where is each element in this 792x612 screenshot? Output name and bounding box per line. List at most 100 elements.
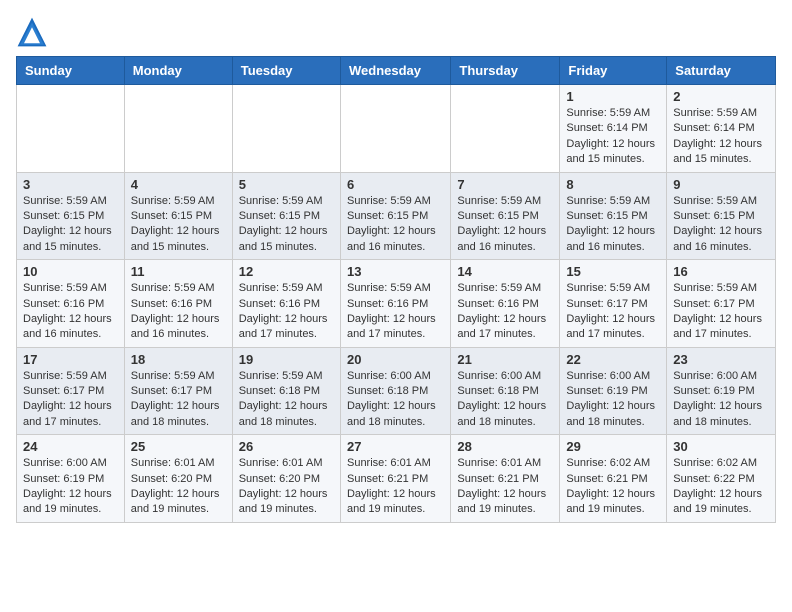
day-number: 6: [347, 177, 444, 192]
calendar-cell: 6 Sunrise: 5:59 AM Sunset: 6:15 PM Daylig…: [340, 172, 450, 260]
calendar-cell: 24Sunrise: 6:00 AM Sunset: 6:19 PM Dayli…: [17, 435, 125, 523]
day-number: 20: [347, 352, 444, 367]
calendar-cell: 21 Sunrise: 6:00 AM Sunset: 6:18 PM Dayli…: [451, 347, 560, 435]
calendar-header: SundayMondayTuesdayWednesdayThursdayFrid…: [17, 57, 776, 85]
calendar-week-row: 10 Sunrise: 5:59 AM Sunset: 6:16 PM Dayli…: [17, 260, 776, 348]
day-info: Sunrise: 5:59 AM Sunset: 6:14 PM Dayligh…: [673, 106, 769, 168]
calendar-cell: 15 Sunrise: 5:59 AM Sunset: 6:17 PM Dayli…: [560, 260, 667, 348]
calendar-week-row: 1 Sunrise: 5:59 AM Sunset: 6:14 PM Daylig…: [17, 85, 776, 173]
calendar-cell: 2 Sunrise: 5:59 AM Sunset: 6:14 PM Daylig…: [667, 85, 776, 173]
logo-icon: [16, 16, 48, 48]
day-info: Sunrise: 5:59 AM Sunset: 6:16 PM Dayligh…: [23, 281, 118, 343]
calendar-cell: 8 Sunrise: 5:59 AM Sunset: 6:15 PM Daylig…: [560, 172, 667, 260]
day-info: Sunrise: 6:00 AM Sunset: 6:19 PM Dayligh…: [566, 369, 660, 431]
calendar-cell: 3 Sunrise: 5:59 AM Sunset: 6:15 PM Daylig…: [17, 172, 125, 260]
calendar-cell: 18 Sunrise: 5:59 AM Sunset: 6:17 PM Dayli…: [124, 347, 232, 435]
day-number: 15: [566, 264, 660, 279]
day-info: Sunrise: 5:59 AM Sunset: 6:17 PM Dayligh…: [131, 369, 226, 431]
day-info: Sunrise: 5:59 AM Sunset: 6:15 PM Dayligh…: [673, 194, 769, 256]
weekday-header-thursday: Thursday: [451, 57, 560, 85]
calendar-cell: 27Sunrise: 6:01 AM Sunset: 6:21 PM Dayli…: [340, 435, 450, 523]
day-number: 24: [23, 439, 118, 454]
weekday-header-sunday: Sunday: [17, 57, 125, 85]
day-number: 19: [239, 352, 334, 367]
day-info: Sunrise: 5:59 AM Sunset: 6:15 PM Dayligh…: [457, 194, 553, 256]
calendar-cell: [124, 85, 232, 173]
day-number: 23: [673, 352, 769, 367]
day-info: Sunrise: 5:59 AM Sunset: 6:17 PM Dayligh…: [23, 369, 118, 431]
day-info: Sunrise: 5:59 AM Sunset: 6:16 PM Dayligh…: [131, 281, 226, 343]
day-number: 9: [673, 177, 769, 192]
day-number: 26: [239, 439, 334, 454]
day-number: 28: [457, 439, 553, 454]
day-info: Sunrise: 5:59 AM Sunset: 6:15 PM Dayligh…: [131, 194, 226, 256]
calendar-cell: [340, 85, 450, 173]
day-info: Sunrise: 6:00 AM Sunset: 6:18 PM Dayligh…: [347, 369, 444, 431]
calendar-cell: 25 Sunrise: 6:01 AM Sunset: 6:20 PM Dayli…: [124, 435, 232, 523]
day-info: Sunrise: 6:01 AM Sunset: 6:20 PM Dayligh…: [131, 456, 226, 518]
day-info: Sunrise: 5:59 AM Sunset: 6:14 PM Dayligh…: [566, 106, 660, 168]
calendar-cell: 22 Sunrise: 6:00 AM Sunset: 6:19 PM Dayli…: [560, 347, 667, 435]
day-number: 5: [239, 177, 334, 192]
day-number: 14: [457, 264, 553, 279]
day-number: 21: [457, 352, 553, 367]
calendar-cell: 23 Sunrise: 6:00 AM Sunset: 6:19 PM Dayli…: [667, 347, 776, 435]
calendar-cell: 19Sunrise: 5:59 AM Sunset: 6:18 PM Dayli…: [232, 347, 340, 435]
day-info: Sunrise: 5:59 AM Sunset: 6:15 PM Dayligh…: [347, 194, 444, 256]
day-number: 11: [131, 264, 226, 279]
day-info: Sunrise: 6:00 AM Sunset: 6:19 PM Dayligh…: [673, 369, 769, 431]
calendar-week-row: 3 Sunrise: 5:59 AM Sunset: 6:15 PM Daylig…: [17, 172, 776, 260]
day-number: 10: [23, 264, 118, 279]
calendar-cell: 20 Sunrise: 6:00 AM Sunset: 6:18 PM Dayli…: [340, 347, 450, 435]
day-number: 3: [23, 177, 118, 192]
calendar-cell: 12Sunrise: 5:59 AM Sunset: 6:16 PM Dayli…: [232, 260, 340, 348]
page-header: [16, 16, 776, 48]
day-number: 25: [131, 439, 226, 454]
day-info: Sunrise: 5:59 AM Sunset: 6:15 PM Dayligh…: [239, 194, 334, 256]
calendar-cell: 9 Sunrise: 5:59 AM Sunset: 6:15 PM Daylig…: [667, 172, 776, 260]
calendar-cell: 7 Sunrise: 5:59 AM Sunset: 6:15 PM Daylig…: [451, 172, 560, 260]
day-info: Sunrise: 5:59 AM Sunset: 6:15 PM Dayligh…: [566, 194, 660, 256]
calendar-cell: 5 Sunrise: 5:59 AM Sunset: 6:15 PM Daylig…: [232, 172, 340, 260]
day-number: 13: [347, 264, 444, 279]
calendar-cell: 13 Sunrise: 5:59 AM Sunset: 6:16 PM Dayli…: [340, 260, 450, 348]
day-info: Sunrise: 6:00 AM Sunset: 6:18 PM Dayligh…: [457, 369, 553, 431]
day-info: Sunrise: 5:59 AM Sunset: 6:16 PM Dayligh…: [347, 281, 444, 343]
calendar-cell: 10 Sunrise: 5:59 AM Sunset: 6:16 PM Dayli…: [17, 260, 125, 348]
weekday-header-monday: Monday: [124, 57, 232, 85]
weekday-header-tuesday: Tuesday: [232, 57, 340, 85]
day-number: 16: [673, 264, 769, 279]
calendar-cell: 4Sunrise: 5:59 AM Sunset: 6:15 PM Daylig…: [124, 172, 232, 260]
day-number: 1: [566, 89, 660, 104]
day-number: 30: [673, 439, 769, 454]
calendar-cell: 16 Sunrise: 5:59 AM Sunset: 6:17 PM Dayli…: [667, 260, 776, 348]
day-info: Sunrise: 5:59 AM Sunset: 6:16 PM Dayligh…: [457, 281, 553, 343]
day-info: Sunrise: 6:01 AM Sunset: 6:20 PM Dayligh…: [239, 456, 334, 518]
day-number: 7: [457, 177, 553, 192]
logo: [16, 16, 52, 48]
calendar-cell: 11 Sunrise: 5:59 AM Sunset: 6:16 PM Dayli…: [124, 260, 232, 348]
calendar-cell: 17Sunrise: 5:59 AM Sunset: 6:17 PM Dayli…: [17, 347, 125, 435]
calendar-body: 1 Sunrise: 5:59 AM Sunset: 6:14 PM Daylig…: [17, 85, 776, 523]
day-info: Sunrise: 6:01 AM Sunset: 6:21 PM Dayligh…: [457, 456, 553, 518]
day-number: 18: [131, 352, 226, 367]
day-number: 12: [239, 264, 334, 279]
day-number: 27: [347, 439, 444, 454]
day-info: Sunrise: 6:02 AM Sunset: 6:21 PM Dayligh…: [566, 456, 660, 518]
day-info: Sunrise: 5:59 AM Sunset: 6:15 PM Dayligh…: [23, 194, 118, 256]
calendar-cell: 14 Sunrise: 5:59 AM Sunset: 6:16 PM Dayli…: [451, 260, 560, 348]
weekday-header-saturday: Saturday: [667, 57, 776, 85]
day-info: Sunrise: 5:59 AM Sunset: 6:17 PM Dayligh…: [566, 281, 660, 343]
day-number: 29: [566, 439, 660, 454]
weekday-header-row: SundayMondayTuesdayWednesdayThursdayFrid…: [17, 57, 776, 85]
day-number: 8: [566, 177, 660, 192]
day-number: 22: [566, 352, 660, 367]
weekday-header-wednesday: Wednesday: [340, 57, 450, 85]
calendar-cell: 26 Sunrise: 6:01 AM Sunset: 6:20 PM Dayli…: [232, 435, 340, 523]
calendar-cell: 28 Sunrise: 6:01 AM Sunset: 6:21 PM Dayli…: [451, 435, 560, 523]
calendar-cell: 30Sunrise: 6:02 AM Sunset: 6:22 PM Dayli…: [667, 435, 776, 523]
calendar-cell: [17, 85, 125, 173]
calendar-week-row: 17Sunrise: 5:59 AM Sunset: 6:17 PM Dayli…: [17, 347, 776, 435]
day-number: 2: [673, 89, 769, 104]
day-info: Sunrise: 5:59 AM Sunset: 6:17 PM Dayligh…: [673, 281, 769, 343]
